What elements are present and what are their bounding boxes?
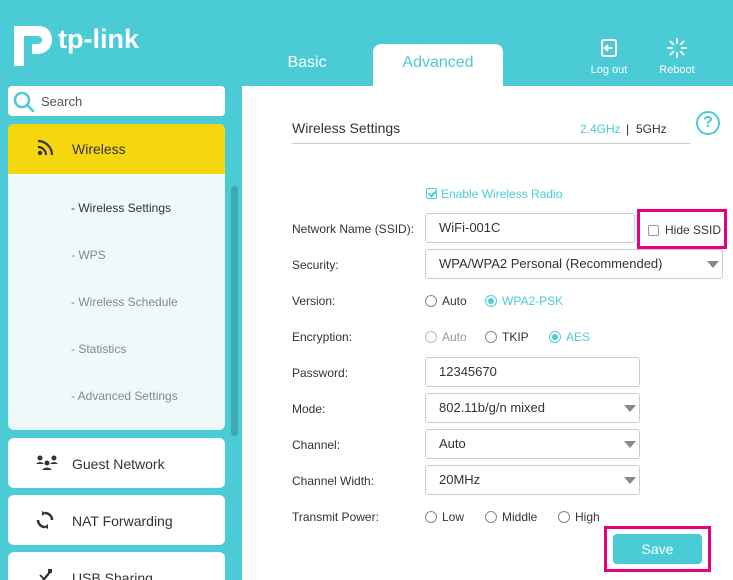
transmit-power-radio-high[interactable]: High: [558, 509, 600, 524]
channel-select[interactable]: Auto: [425, 429, 640, 459]
sidebar-item-nat-forwarding[interactable]: NAT Forwarding: [8, 495, 225, 545]
band-separator: |: [626, 122, 630, 136]
ssid-input[interactable]: WiFi-001C: [425, 213, 635, 243]
hide-ssid-checkbox[interactable]: [648, 225, 659, 236]
band-2-4ghz-link[interactable]: 2.4GHz: [580, 122, 621, 136]
sidebar-item-label: Wireless: [72, 141, 126, 157]
enable-wireless-radio-label: Enable Wireless Radio: [441, 186, 563, 201]
ssid-label: Network Name (SSID):: [292, 222, 415, 236]
guest-network-icon: [36, 455, 58, 470]
transmit-power-radio-middle[interactable]: Middle: [485, 509, 537, 524]
logout-icon: [601, 39, 617, 57]
chevron-down-icon: [624, 441, 636, 448]
radio-icon: [425, 294, 437, 307]
logout-button[interactable]: Log out: [581, 38, 637, 76]
radio-icon: [425, 330, 437, 343]
checkbox-checked-icon: [426, 188, 437, 200]
chevron-down-icon: [624, 405, 636, 412]
sidebar-subitem-wps[interactable]: - WPS: [71, 248, 106, 262]
transmit-power-label: Transmit Power:: [292, 510, 379, 524]
password-label: Password:: [292, 366, 349, 380]
radio-icon: [425, 510, 437, 523]
search-icon: [13, 91, 35, 113]
main-panel: Wireless Settings 2.4GHz | 5GHz ? Enable…: [242, 86, 733, 580]
radio-label: Auto: [442, 293, 467, 308]
channel-width-select[interactable]: 20MHz: [425, 465, 640, 495]
save-highlight: Save: [604, 526, 711, 572]
save-button[interactable]: Save: [613, 534, 702, 564]
sidebar-item-label: USB Sharing: [72, 570, 153, 580]
nat-forwarding-icon: [36, 511, 54, 529]
sidebar-item-wireless[interactable]: Wireless: [8, 124, 225, 174]
channel-label: Channel:: [292, 438, 341, 452]
encryption-radio-tkip[interactable]: TKIP: [485, 329, 529, 344]
radio-label: High: [575, 509, 600, 524]
security-label: Security:: [292, 258, 339, 272]
sidebar-subitem-wireless-settings[interactable]: - Wireless Settings: [71, 201, 171, 215]
tp-link-logo-icon: [14, 26, 52, 66]
tab-basic[interactable]: Basic: [262, 44, 352, 86]
tp-link-logo: tp-link: [8, 16, 148, 68]
chevron-down-icon: [624, 477, 636, 484]
encryption-label: Encryption:: [292, 330, 353, 344]
hide-ssid-highlight: Hide SSID: [637, 209, 727, 249]
mode-value: 802.11b/g/n mixed: [439, 400, 545, 415]
reboot-button[interactable]: Reboot: [649, 38, 705, 76]
radio-label: Low: [442, 509, 465, 524]
search-input[interactable]: [41, 90, 211, 112]
radio-icon: [485, 330, 497, 343]
radio-label: Middle: [502, 509, 538, 524]
radio-icon: [558, 510, 570, 523]
radio-icon: [485, 510, 497, 523]
band-5ghz-link[interactable]: 5GHz: [636, 122, 667, 136]
sidebar-item-label: Guest Network: [72, 456, 165, 472]
section-title: Wireless Settings: [292, 120, 401, 136]
help-icon[interactable]: ?: [696, 111, 720, 135]
sidebar-subitem-wireless-schedule[interactable]: - Wireless Schedule: [71, 295, 178, 309]
logo-text: tp-link: [58, 24, 139, 54]
channel-value: Auto: [439, 436, 466, 451]
radio-label: TKIP: [502, 329, 529, 344]
encryption-radio-auto[interactable]: Auto: [425, 329, 467, 344]
tab-advanced[interactable]: Advanced: [373, 44, 503, 86]
sidebar-item-label: NAT Forwarding: [72, 513, 173, 529]
transmit-power-radio-low[interactable]: Low: [425, 509, 464, 524]
sidebar-item-usb-sharing[interactable]: USB Sharing: [8, 552, 225, 580]
top-header: tp-link Basic Advanced Log out Reboot: [0, 0, 733, 86]
sidebar-subitem-statistics[interactable]: - Statistics: [71, 342, 126, 356]
radio-label: Auto: [442, 329, 467, 344]
wireless-menu-group: Wireless - Wireless Settings - WPS - Wir…: [8, 124, 225, 430]
security-select[interactable]: WPA/WPA2 Personal (Recommended): [425, 249, 723, 279]
password-input[interactable]: 12345670: [425, 357, 640, 387]
chevron-down-icon: [707, 261, 719, 268]
sidebar-subitem-advanced-settings[interactable]: - Advanced Settings: [71, 389, 178, 403]
mode-label: Mode:: [292, 402, 326, 416]
reboot-icon: [667, 38, 687, 58]
logout-label: Log out: [590, 64, 628, 76]
usb-icon: [39, 569, 52, 580]
reboot-label: Reboot: [659, 64, 695, 76]
radio-selected-icon: [549, 330, 561, 343]
radio-selected-icon: [485, 294, 497, 307]
security-value: WPA/WPA2 Personal (Recommended): [439, 256, 663, 271]
channel-width-value: 20MHz: [439, 472, 481, 487]
enable-wireless-radio-checkbox[interactable]: Enable Wireless Radio: [426, 186, 562, 201]
version-radio-auto[interactable]: Auto: [425, 293, 467, 308]
radio-label: WPA2-PSK: [502, 293, 564, 308]
version-label: Version:: [292, 294, 336, 308]
hide-ssid-label: Hide SSID: [665, 223, 722, 237]
encryption-radio-aes[interactable]: AES: [549, 329, 590, 344]
section-divider: [292, 143, 690, 144]
wireless-icon: [37, 140, 54, 156]
search-box: [8, 86, 225, 116]
sidebar-scrollbar[interactable]: [231, 186, 238, 436]
mode-select[interactable]: 802.11b/g/n mixed: [425, 393, 640, 423]
version-radio-wpa2-psk[interactable]: WPA2-PSK: [485, 293, 563, 308]
sidebar-item-guest-network[interactable]: Guest Network: [8, 438, 225, 488]
channel-width-label: Channel Width:: [292, 474, 375, 488]
radio-label: AES: [566, 329, 591, 344]
